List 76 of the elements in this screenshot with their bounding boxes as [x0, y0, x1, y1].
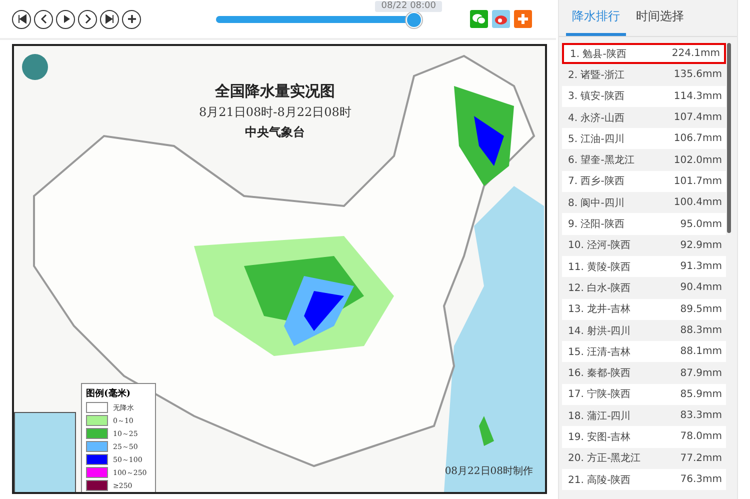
station-name: 15. 汪清-吉林 [568, 346, 631, 359]
ranking-row[interactable]: 9. 泾阳-陕西 95.0mm [562, 213, 726, 235]
rainfall-value: 91.3mm [680, 261, 722, 272]
map-date-label: 08月22日08时制作 [444, 464, 533, 478]
rainfall-value: 114.3mm [674, 90, 722, 102]
station-name: 18. 蒲江-四川 [568, 410, 631, 423]
ranking-row[interactable]: 17. 宁陕-陕西 85.9mm [562, 384, 726, 406]
station-name: 19. 安图-吉林 [568, 430, 631, 444]
station-name: 4. 永济-山西 [568, 112, 624, 125]
chat-bubbles-icon [472, 13, 486, 25]
rainfall-value: 78.0mm [680, 431, 722, 442]
station-name: 6. 望奎-黑龙江 [568, 154, 634, 168]
rainfall-value: 107.4mm [674, 112, 722, 124]
rainfall-value: 77.2mm [680, 452, 722, 464]
ranking-row[interactable]: 19. 安图-吉林 78.0mm [562, 426, 726, 448]
ranking-row[interactable]: 3. 镇安-陕西 114.3mm [562, 86, 726, 107]
station-name: 12. 白水-陕西 [568, 282, 631, 295]
add-share-button[interactable] [514, 10, 532, 28]
play-button[interactable] [56, 10, 75, 28]
map-period: 8月21日08时-8月22日08时 [199, 104, 352, 121]
tab[interactable]: 时间选择 [630, 0, 690, 36]
map-title: 全国降水量实况图 [215, 82, 336, 101]
ranking-row[interactable]: 1. 勉县-陕西 224.1mm [562, 43, 726, 64]
ranking-row[interactable]: 13. 龙井-吉林 89.5mm [562, 298, 726, 320]
rainfall-value: 95.0mm [680, 218, 722, 230]
station-name: 21. 高陵-陕西 [568, 474, 631, 487]
rainfall-value: 102.0mm [674, 154, 722, 166]
station-name: 3. 镇安-陕西 [568, 90, 624, 104]
map-agency: 中央气象台 [245, 124, 306, 141]
skip-last-icon [102, 12, 116, 26]
rainfall-value: 224.1mm [672, 48, 720, 60]
station-name: 11. 黄陵-陕西 [568, 260, 631, 274]
station-name: 1. 勉县-陕西 [570, 48, 626, 61]
zoom-in-button[interactable] [122, 10, 141, 28]
rainfall-value: 92.9mm [680, 240, 722, 251]
station-name: 5. 江油-四川 [568, 132, 624, 146]
station-name: 9. 泾阳-陕西 [568, 218, 624, 232]
ranking-row[interactable]: 5. 江油-四川 106.7mm [562, 128, 726, 150]
rainfall-value: 101.7mm [674, 176, 722, 187]
plus-icon [517, 13, 529, 25]
station-name: 8. 阆中-四川 [568, 196, 624, 210]
station-name: 7. 西乡-陕西 [568, 174, 624, 188]
legend-title: 图例(毫米) [86, 387, 132, 400]
rainfall-value: 85.9mm [680, 388, 722, 400]
station-name: 16. 秦都-陕西 [568, 366, 631, 380]
prev-button[interactable] [34, 10, 53, 28]
station-name: 2. 诸暨-浙江 [568, 68, 624, 82]
rainfall-value: 135.6mm [674, 69, 722, 80]
rainfall-value: 100.4mm [674, 197, 722, 208]
rainfall-value: 88.3mm [680, 325, 722, 336]
rainfall-value: 83.3mm [680, 410, 722, 422]
slider-thumb[interactable] [406, 12, 422, 28]
station-name: 13. 龙井-吉林 [568, 302, 631, 316]
rainfall-value: 88.1mm [680, 346, 722, 358]
logo-icon [22, 54, 48, 80]
ranking-row[interactable]: 11. 黄陵-陕西 91.3mm [562, 256, 726, 278]
rainfall-value: 76.3mm [680, 474, 722, 486]
ranking-row[interactable]: 7. 西乡-陕西 101.7mm [562, 170, 726, 192]
rainfall-value: 106.7mm [674, 133, 722, 144]
slider-tooltip: 08/22 08:00 [375, 1, 442, 12]
eye-icon [494, 14, 508, 24]
station-name: 20. 方正-黑龙江 [568, 452, 641, 466]
chat-share-button[interactable] [470, 10, 488, 28]
ranking-row[interactable]: 21. 高陵-陕西 76.3mm [562, 468, 726, 490]
ranking-row[interactable]: 15. 汪清-吉林 88.1mm [562, 341, 726, 362]
rainfall-value: 89.5mm [680, 304, 722, 315]
first-button[interactable] [12, 10, 31, 28]
last-button[interactable] [100, 10, 119, 28]
station-name: 10. 泾河-陕西 [568, 238, 631, 252]
station-name: 17. 宁陕-陕西 [568, 388, 631, 402]
rainfall-value: 87.9mm [680, 368, 722, 379]
eye-share-button[interactable] [492, 10, 510, 28]
scrollbar[interactable] [727, 43, 731, 233]
next-button[interactable] [78, 10, 97, 28]
rainfall-value: 90.4mm [680, 282, 722, 294]
station-name: 14. 射洪-四川 [568, 324, 631, 338]
